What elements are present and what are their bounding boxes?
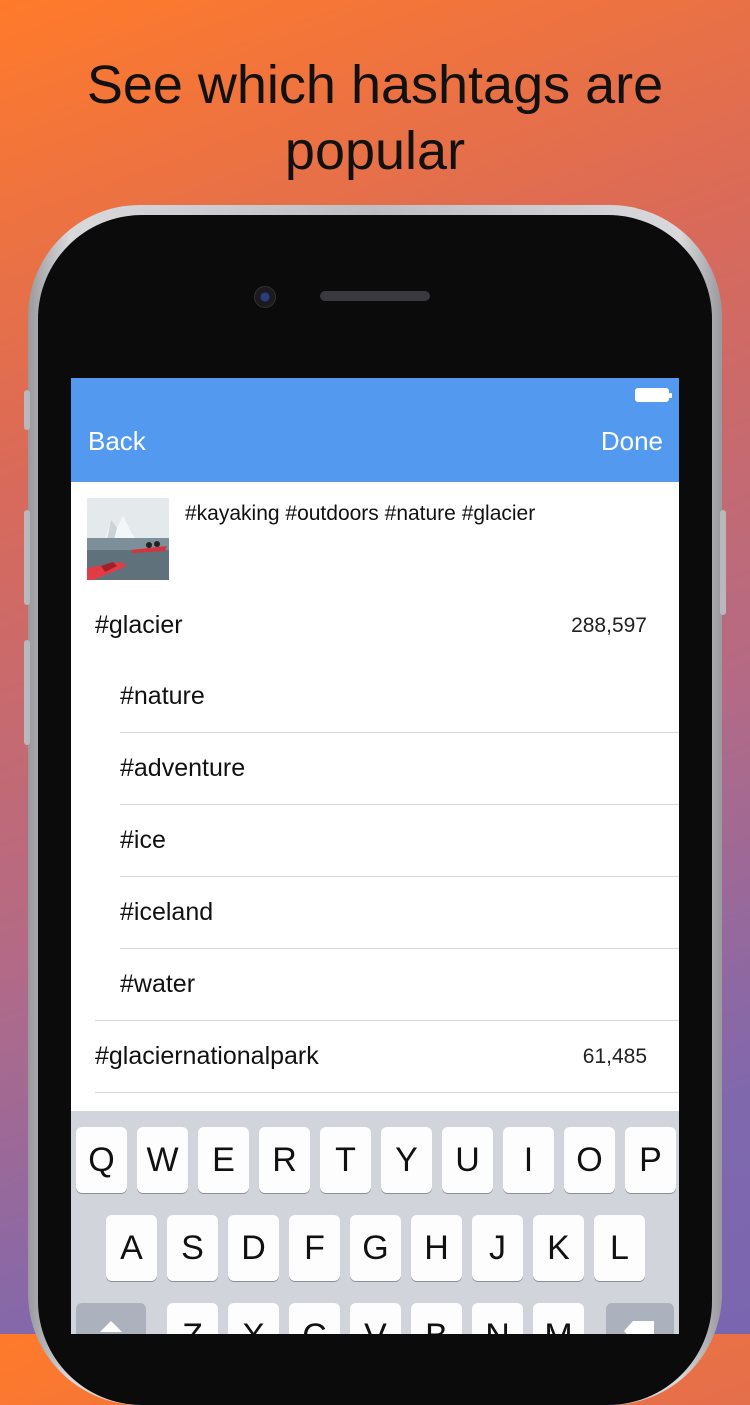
key-v[interactable]: V bbox=[350, 1303, 401, 1334]
hashtag-label: #glacier bbox=[95, 611, 183, 639]
key-s[interactable]: S bbox=[167, 1215, 218, 1281]
key-b[interactable]: B bbox=[411, 1303, 462, 1334]
key-l[interactable]: L bbox=[594, 1215, 645, 1281]
shift-arrow-icon bbox=[100, 1321, 122, 1332]
key-k[interactable]: K bbox=[533, 1215, 584, 1281]
key-z[interactable]: Z bbox=[167, 1303, 218, 1334]
shift-key[interactable] bbox=[76, 1303, 146, 1334]
hashtag-list: #glacier 288,597 #nature #adventure #ice… bbox=[71, 590, 679, 1093]
key-w[interactable]: W bbox=[137, 1127, 188, 1193]
key-f[interactable]: F bbox=[289, 1215, 340, 1281]
key-o[interactable]: O bbox=[564, 1127, 615, 1193]
keyboard: Q W E R T Y U I O P A S D F G H J K L Z … bbox=[71, 1111, 679, 1334]
related-hashtag-row[interactable]: #water bbox=[71, 949, 679, 1020]
key-j[interactable]: J bbox=[472, 1215, 523, 1281]
key-t[interactable]: T bbox=[320, 1127, 371, 1193]
related-hashtag-row[interactable]: #iceland bbox=[71, 877, 679, 948]
silent-switch bbox=[24, 390, 30, 430]
hashtag-label: #ice bbox=[120, 826, 166, 854]
post-thumbnail bbox=[87, 498, 169, 580]
key-n[interactable]: N bbox=[472, 1303, 523, 1334]
delete-icon bbox=[624, 1321, 654, 1334]
post-preview: #kayaking #outdoors #nature #glacier bbox=[71, 482, 679, 590]
key-u[interactable]: U bbox=[442, 1127, 493, 1193]
back-button[interactable]: Back bbox=[88, 426, 146, 457]
power-button bbox=[720, 510, 726, 615]
hashtag-row[interactable]: #glacier 288,597 bbox=[71, 590, 679, 661]
key-p[interactable]: P bbox=[625, 1127, 676, 1193]
battery-icon bbox=[635, 388, 672, 402]
hashtag-label: #glaciernationalpark bbox=[95, 1042, 319, 1070]
related-hashtag-row[interactable]: #nature bbox=[71, 661, 679, 732]
key-a[interactable]: A bbox=[106, 1215, 157, 1281]
key-m[interactable]: M bbox=[533, 1303, 584, 1334]
volume-down-button bbox=[24, 640, 30, 745]
volume-up-button bbox=[24, 510, 30, 605]
key-r[interactable]: R bbox=[259, 1127, 310, 1193]
hashtag-label: #iceland bbox=[120, 898, 214, 926]
delete-key[interactable] bbox=[606, 1303, 674, 1334]
hashtag-label: #adventure bbox=[120, 754, 246, 782]
done-button[interactable]: Done bbox=[601, 426, 663, 457]
hashtag-label: #water bbox=[120, 970, 196, 998]
key-y[interactable]: Y bbox=[381, 1127, 432, 1193]
hashtag-label: #nature bbox=[120, 682, 205, 710]
hashtag-count: 288,597 bbox=[571, 613, 647, 637]
related-hashtag-row[interactable]: #ice bbox=[71, 805, 679, 876]
headline: See which hashtags are popular bbox=[86, 55, 664, 181]
hashtag-row[interactable]: #glaciernationalpark 61,485 bbox=[71, 1021, 679, 1092]
navigation-bar: Back Done bbox=[71, 378, 679, 482]
earpiece-speaker bbox=[320, 291, 430, 301]
row-divider bbox=[95, 1092, 679, 1093]
key-c[interactable]: C bbox=[289, 1303, 340, 1334]
key-d[interactable]: D bbox=[228, 1215, 279, 1281]
key-h[interactable]: H bbox=[411, 1215, 462, 1281]
related-hashtag-row[interactable]: #adventure bbox=[71, 733, 679, 804]
hashtag-count: 61,485 bbox=[582, 1044, 647, 1068]
app-screen: Back Done #kayaking #outdoors #nature #g… bbox=[71, 378, 679, 1334]
key-x[interactable]: X bbox=[228, 1303, 279, 1334]
front-camera bbox=[254, 286, 276, 308]
key-e[interactable]: E bbox=[198, 1127, 249, 1193]
post-caption: #kayaking #outdoors #nature #glacier bbox=[185, 502, 536, 525]
key-i[interactable]: I bbox=[503, 1127, 554, 1193]
key-q[interactable]: Q bbox=[76, 1127, 127, 1193]
key-g[interactable]: G bbox=[350, 1215, 401, 1281]
